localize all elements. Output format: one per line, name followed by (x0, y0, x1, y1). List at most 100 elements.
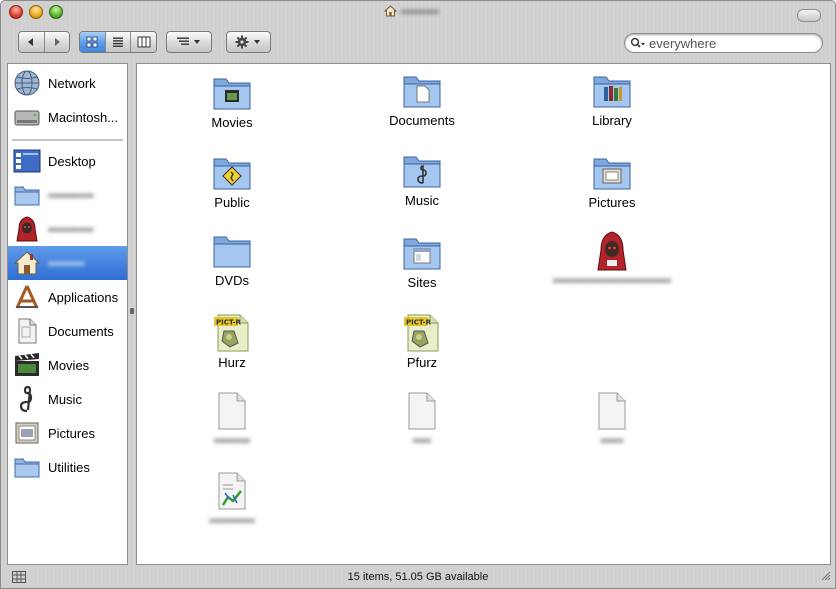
file-item[interactable]: •••••••••• (157, 470, 307, 528)
file-item[interactable]: •••• (347, 390, 497, 448)
arrange-button[interactable] (166, 31, 212, 53)
sidebar-item-folder[interactable]: •••••••••• (8, 178, 127, 212)
file-item[interactable]: DVDs (157, 230, 307, 288)
icon-view-button[interactable] (80, 32, 106, 52)
library-folder-icon (592, 70, 632, 112)
toolbar (1, 25, 835, 63)
document-icon (592, 390, 632, 432)
sidebar-item-label: Documents (48, 323, 114, 339)
home-icon (383, 4, 398, 20)
sidebar-item-label: Macintosh... (48, 109, 119, 125)
title-bar[interactable]: ••••••••• (1, 1, 835, 25)
pict-file-icon: PICT-R (212, 312, 252, 354)
list-view-icon (113, 37, 123, 47)
sidebar-item-label: Applications (48, 289, 119, 305)
search-input[interactable] (646, 35, 809, 51)
sidebar-divider (12, 139, 123, 142)
list-view-button[interactable] (105, 32, 132, 52)
view-mode-control (79, 31, 157, 53)
file-label: Public (214, 195, 250, 210)
forward-button[interactable] (44, 32, 69, 52)
sidebar-item-user[interactable]: •••••••••• (8, 212, 127, 246)
documents-folder-icon (402, 70, 442, 112)
file-label: Hurz (218, 355, 246, 370)
file-item[interactable]: ••••• (537, 390, 687, 448)
file-item[interactable]: Sites (347, 232, 497, 290)
sidebar-splitter[interactable] (128, 63, 136, 565)
file-item[interactable]: PICT-R Hurz (157, 312, 307, 370)
column-view-icon (137, 36, 151, 48)
file-label: Documents (389, 113, 455, 128)
sidebar-item-pictures[interactable]: Pictures (8, 416, 127, 450)
sidebar-item-label: Desktop (48, 153, 96, 169)
harddisk-icon (12, 102, 42, 132)
file-item[interactable]: Pictures (537, 152, 687, 210)
document-icon (212, 390, 252, 432)
folder-icon (12, 180, 42, 210)
close-button[interactable] (9, 5, 23, 19)
utilities-icon (12, 452, 42, 482)
file-item[interactable]: Movies (157, 72, 307, 130)
file-item[interactable]: •••••••• (157, 390, 307, 448)
minimize-button[interactable] (29, 5, 43, 19)
file-item[interactable]: •••••••••••••••••••••••••• (537, 230, 687, 288)
window-title: ••••••••• (383, 4, 439, 20)
pictures-folder-icon (592, 152, 632, 194)
music-folder-icon (402, 150, 442, 192)
sidebar-item-macintosh-hd[interactable]: Macintosh... (8, 100, 127, 134)
back-button[interactable] (19, 32, 45, 52)
file-item[interactable]: Music (347, 150, 497, 208)
sidebar-item-label: •••••••••• (48, 187, 94, 203)
file-label: ••••• (600, 433, 624, 448)
movies-icon (12, 350, 42, 380)
file-item[interactable]: Library (537, 70, 687, 128)
resize-grip-icon[interactable] (819, 569, 831, 584)
window-title-text: ••••••••• (401, 5, 439, 19)
finder-window: ••••••••• everywhere Network Macintosh..… (0, 0, 836, 589)
file-label: •••• (412, 433, 432, 448)
file-item[interactable]: Documents (347, 70, 497, 128)
file-label: Pfurz (406, 355, 438, 370)
file-item[interactable]: Public (157, 152, 307, 210)
pictures-icon (12, 418, 42, 448)
toolbar-toggle-button[interactable] (797, 9, 821, 22)
spreadsheet-file-icon (212, 470, 252, 512)
sidebar-item-music[interactable]: Music (8, 382, 127, 416)
sidebar-item-label: Network (48, 75, 96, 91)
search-field[interactable] (624, 33, 823, 53)
file-label: •••••••• (213, 433, 251, 448)
sidebar-item-label: Movies (48, 357, 90, 373)
user-avatar-icon (12, 214, 42, 244)
network-icon (12, 68, 42, 98)
sidebar-item-utilities[interactable]: Utilities (8, 450, 127, 484)
applications-icon (12, 282, 42, 312)
sidebar-item-label: •••••••••• (48, 221, 94, 237)
status-bar: 15 items, 51.05 GB available (1, 565, 835, 588)
user-avatar-icon (592, 230, 632, 272)
sidebar-item-desktop[interactable]: Desktop (8, 144, 127, 178)
column-view-button[interactable] (131, 32, 156, 52)
file-label: Pictures (588, 195, 636, 210)
sidebar-item-label: •••••••• (48, 255, 85, 271)
back-arrow-icon (28, 38, 34, 46)
sidebar-item-applications[interactable]: Applications (8, 280, 127, 314)
file-icon-view[interactable]: Movies Documents Library Public Music Pi… (136, 63, 831, 565)
sidebar-item-label: Music (48, 391, 82, 407)
sidebar-item-documents[interactable]: Documents (8, 314, 127, 348)
document-icon (402, 390, 442, 432)
sidebar-item-network[interactable]: Network (8, 66, 127, 100)
sites-folder-icon (402, 232, 442, 274)
folder-icon (212, 230, 252, 272)
sidebar-item-movies[interactable]: Movies (8, 348, 127, 382)
sidebar-item-home[interactable]: •••••••• (8, 246, 127, 280)
file-item[interactable]: PICT-R Pfurz (347, 312, 497, 370)
documents-icon (12, 316, 42, 346)
sidebar: Network Macintosh... Desktop •••••••••• (7, 63, 128, 565)
home-icon (12, 248, 42, 278)
file-label: Movies (211, 115, 253, 130)
file-label: Music (405, 193, 439, 208)
back-forward-control (18, 31, 70, 53)
file-label: DVDs (215, 273, 249, 288)
action-menu-button[interactable] (226, 31, 271, 53)
zoom-button[interactable] (49, 5, 63, 19)
